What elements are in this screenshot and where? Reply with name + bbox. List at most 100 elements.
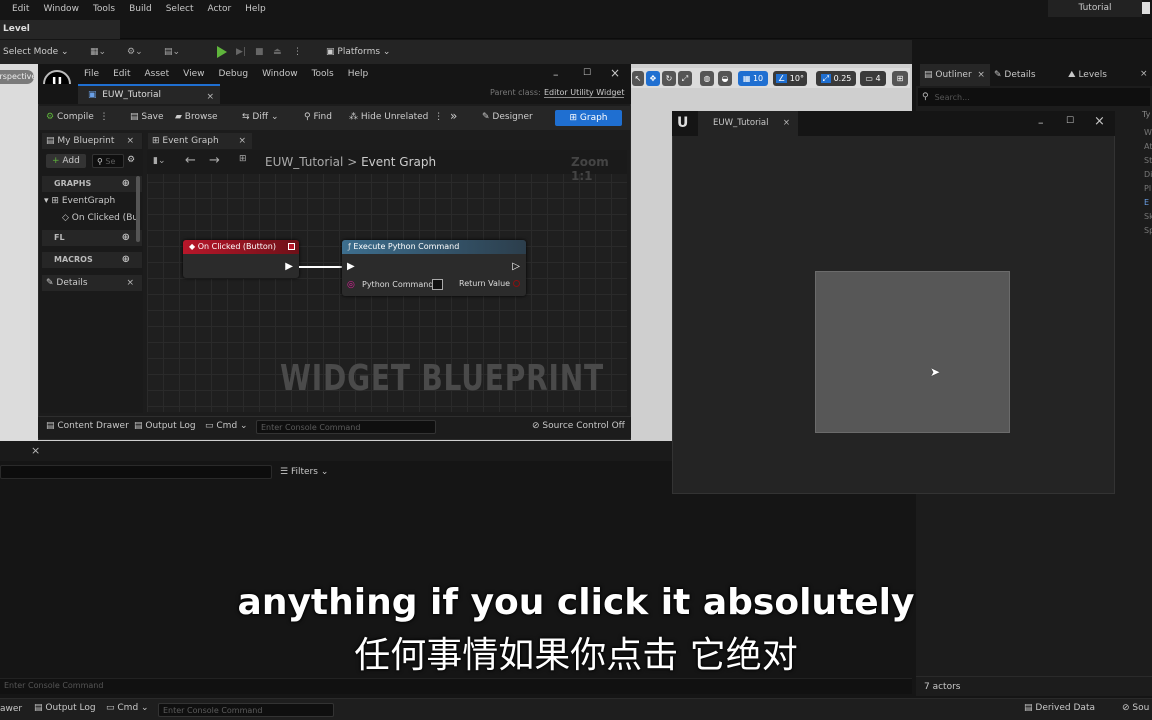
close-icon[interactable]: × bbox=[1094, 114, 1105, 129]
console-row[interactable]: Enter Console Command bbox=[0, 678, 912, 694]
bool-pin-icon[interactable] bbox=[513, 280, 520, 287]
diff-dropdown[interactable]: ⇆ Diff ⌄ bbox=[242, 112, 278, 122]
menu-build[interactable]: Build bbox=[129, 4, 152, 14]
tab-levels[interactable]: ⛰ Levels bbox=[1068, 64, 1107, 86]
bp-menu-file[interactable]: File bbox=[84, 69, 99, 79]
bp-menu-asset[interactable]: Asset bbox=[145, 69, 170, 79]
scale-snap-button[interactable]: ⤢ 0.25 bbox=[816, 71, 856, 86]
execute-python-command-node[interactable]: ƒ Execute Python Command ▶ ▷ ◎ Python Co… bbox=[342, 240, 526, 296]
cmd-dropdown[interactable]: ▭ Cmd ⌄ bbox=[106, 703, 149, 713]
tab-details-panel[interactable]: ✎ Details × bbox=[42, 275, 142, 291]
panel-scrollbar[interactable] bbox=[136, 176, 140, 242]
derived-data-button[interactable]: ▤ Derived Data bbox=[1024, 703, 1095, 713]
forward-arrow-icon[interactable]: → bbox=[209, 153, 220, 168]
exec-out-pin-icon[interactable]: ▶ bbox=[285, 261, 293, 272]
blueprint-icon[interactable]: ⚙⌄ bbox=[127, 44, 143, 60]
grid-snap-button[interactable]: ▦ 10 bbox=[738, 71, 768, 86]
select-mode-dropdown[interactable]: Select Mode ⌄ bbox=[3, 44, 69, 60]
close-icon[interactable]: × bbox=[1140, 69, 1148, 79]
menu-actor[interactable]: Actor bbox=[207, 4, 231, 14]
hide-unrelated-button[interactable]: ⁂ Hide Unrelated ⋮ bbox=[349, 112, 443, 122]
camera-speed-button[interactable]: ▭ 4 bbox=[860, 71, 886, 86]
eject-icon[interactable]: ⏏ bbox=[273, 44, 282, 60]
close-icon[interactable]: × bbox=[206, 88, 214, 106]
outliner-search-input[interactable]: ⚲ Search... bbox=[918, 88, 1150, 106]
close-icon[interactable]: × bbox=[977, 70, 985, 80]
close-icon[interactable]: × bbox=[126, 136, 134, 146]
minimize-icon[interactable]: – bbox=[553, 68, 559, 81]
python-command-input-box[interactable] bbox=[432, 279, 443, 290]
delegate-pin-icon[interactable] bbox=[288, 243, 295, 250]
my-blueprint-search-input[interactable]: ⚲ Se bbox=[92, 154, 124, 168]
tab-outliner[interactable]: ▤ Outliner × bbox=[920, 64, 990, 86]
move-tool-icon[interactable]: ✥ bbox=[646, 71, 660, 86]
platforms-dropdown[interactable]: ▣ Platforms ⌄ bbox=[326, 44, 390, 60]
bp-menu-window[interactable]: Window bbox=[262, 69, 298, 79]
exec-in-pin-icon[interactable]: ▶ bbox=[347, 261, 355, 272]
string-pin-icon[interactable]: ◎ bbox=[347, 280, 355, 290]
bp-menu-edit[interactable]: Edit bbox=[113, 69, 130, 79]
output-log-button[interactable]: ▤ Output Log bbox=[134, 421, 196, 431]
step-icon[interactable]: ▶| bbox=[236, 44, 246, 60]
close-icon[interactable]: × bbox=[31, 444, 40, 457]
output-log-button[interactable]: ▤ Output Log bbox=[34, 703, 96, 713]
close-icon[interactable]: × bbox=[238, 136, 246, 146]
utility-widget-tab[interactable]: EUW_Tutorial × bbox=[698, 111, 798, 136]
macros-section-header[interactable]: MACROS ⊕ bbox=[42, 252, 142, 268]
compile-button[interactable]: ⚙ Compile ⋮ bbox=[46, 112, 109, 122]
rotate-tool-icon[interactable]: ↻ bbox=[662, 71, 676, 86]
perspective-button[interactable]: Perspective bbox=[0, 70, 34, 84]
back-arrow-icon[interactable]: ← bbox=[185, 153, 196, 168]
layout-icon[interactable]: ⊞ bbox=[892, 71, 908, 86]
breadcrumb-root[interactable]: EUW_Tutorial bbox=[265, 155, 343, 169]
menu-window[interactable]: Window bbox=[43, 4, 79, 14]
tab-event-graph[interactable]: ⊞ Event Graph × bbox=[148, 133, 252, 149]
tab-details[interactable]: ✎ Details bbox=[994, 64, 1036, 86]
stop-icon[interactable]: ■ bbox=[255, 44, 264, 60]
bp-menu-debug[interactable]: Debug bbox=[218, 69, 248, 79]
menu-help[interactable]: Help bbox=[245, 4, 266, 14]
play-icon[interactable] bbox=[217, 46, 227, 58]
utility-widget-titlebar[interactable]: U EUW_Tutorial × – ☐ × bbox=[672, 111, 1115, 136]
bottom-search-input[interactable] bbox=[0, 465, 272, 479]
source-control-button[interactable]: ⊘ Source Control Off bbox=[532, 421, 625, 431]
close-icon[interactable]: × bbox=[126, 278, 134, 288]
bp-menu-tools[interactable]: Tools bbox=[312, 69, 334, 79]
console-command-input[interactable]: Enter Console Command bbox=[256, 420, 436, 434]
close-icon[interactable]: × bbox=[610, 66, 620, 80]
project-tab[interactable]: Tutorial bbox=[1048, 0, 1142, 17]
document-tab-euw-tutorial[interactable]: ▣ EUW_Tutorial × bbox=[78, 84, 220, 104]
find-button[interactable]: ⚲ Find bbox=[304, 112, 332, 122]
menu-select[interactable]: Select bbox=[166, 4, 194, 14]
graphs-section-header[interactable]: GRAPHS ⊕ bbox=[42, 176, 142, 192]
more-options-icon[interactable]: ⋮ bbox=[293, 44, 302, 60]
bp-menu-help[interactable]: Help bbox=[348, 69, 369, 79]
select-tool-icon[interactable]: ↖ bbox=[632, 71, 644, 86]
fl-section-header[interactable]: FL ⊕ bbox=[42, 230, 142, 246]
designer-mode-button[interactable]: ✎ Designer bbox=[482, 112, 533, 122]
graph-mode-button[interactable]: ⊞ Graph bbox=[555, 110, 622, 126]
tree-on-clicked[interactable]: ◇ On Clicked (But bbox=[62, 213, 140, 223]
rotation-snap-button[interactable]: ∠ 10° bbox=[773, 71, 807, 86]
tab-my-blueprint[interactable]: ▤ My Blueprint × bbox=[42, 133, 142, 149]
exec-out-pin-icon[interactable]: ▷ bbox=[512, 261, 520, 272]
surface-snap-icon[interactable]: ◒ bbox=[718, 71, 732, 86]
maximize-icon[interactable]: ☐ bbox=[1066, 116, 1074, 126]
add-content-icon[interactable]: ▦⌄ bbox=[90, 44, 106, 60]
settings-gear-icon[interactable]: ⚙ bbox=[127, 155, 135, 165]
menu-edit[interactable]: Edit bbox=[12, 4, 29, 14]
window-control-icon[interactable] bbox=[1142, 2, 1150, 14]
cmd-dropdown[interactable]: ▭ Cmd ⌄ bbox=[205, 421, 248, 431]
add-circle-icon[interactable]: ⊕ bbox=[122, 252, 130, 268]
source-control-button[interactable]: ⊘ Sou bbox=[1122, 703, 1149, 713]
add-circle-icon[interactable]: ⊕ bbox=[122, 176, 130, 192]
filters-button[interactable]: ☰ Filters ⌄ bbox=[280, 465, 328, 479]
maximize-icon[interactable]: ☐ bbox=[583, 68, 591, 78]
save-button[interactable]: ▤ Save bbox=[130, 112, 163, 122]
level-tab[interactable]: Level bbox=[0, 20, 120, 39]
close-icon[interactable]: × bbox=[783, 111, 790, 136]
widget-button-canvas[interactable] bbox=[815, 271, 1010, 433]
on-clicked-event-node[interactable]: ◆ On Clicked (Button) ▶ bbox=[183, 240, 299, 278]
bookmark-icon[interactable]: ▮⌄ bbox=[153, 156, 166, 166]
add-circle-icon[interactable]: ⊕ bbox=[122, 230, 130, 246]
